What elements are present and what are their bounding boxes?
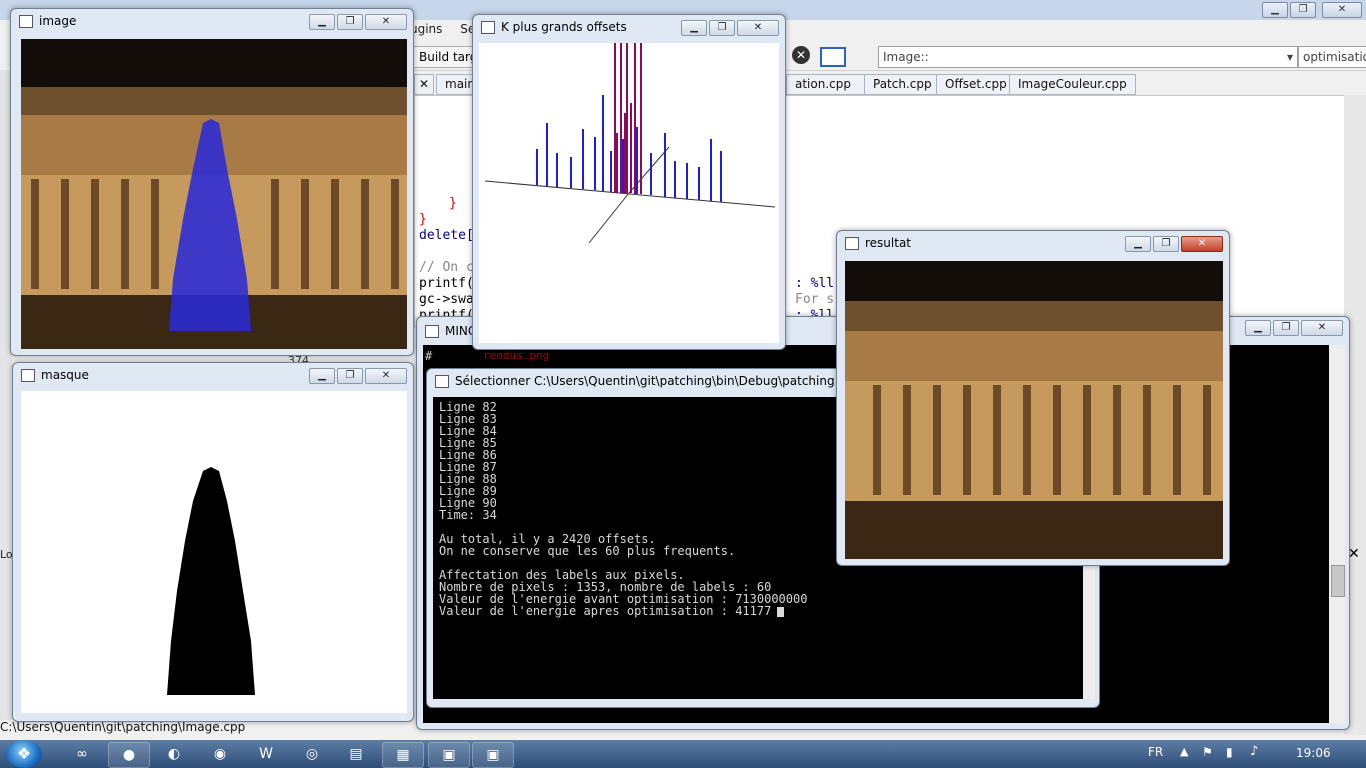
windows-start-icon[interactable]: ❖ <box>6 740 42 768</box>
function-combo[interactable]: optimisationC <box>1298 46 1366 68</box>
close-button[interactable]: ✕ <box>737 20 779 36</box>
code-line: // On c <box>419 260 474 275</box>
tab-optimisation[interactable]: ation.cpp <box>786 74 868 95</box>
scrollbar-thumb[interactable] <box>1331 565 1345 597</box>
maximize-button[interactable]: ❐ <box>337 368 363 384</box>
window-icon <box>21 369 35 382</box>
explorer-icon[interactable]: ▤ <box>336 742 376 766</box>
close-button[interactable]: ✕ <box>1322 2 1362 18</box>
word-icon[interactable]: W <box>246 742 286 766</box>
tomato-icon[interactable]: ● <box>108 742 150 768</box>
battery-icon[interactable]: ▮ <box>1226 745 1233 759</box>
offsets-plot <box>479 43 779 343</box>
close-button[interactable]: ✕ <box>365 14 407 30</box>
window-icon[interactable]: ▣ <box>472 742 514 768</box>
taskbar: ❖ ∞ ● ◐ ◉ W ◎ ▤ ▦ ▣ ▣ FR ▲ ⚑ ▮ ♪ 19:06 <box>0 740 1366 768</box>
minimize-button[interactable]: ▁ <box>309 14 335 30</box>
chrome-icon[interactable]: ◎ <box>292 742 332 766</box>
console-line: On ne conserve que les 60 plus frequents… <box>439 544 736 558</box>
tab-imagecouleur[interactable]: ImageCouleur.cpp <box>1009 74 1136 95</box>
image-window[interactable]: image ▁ ❐ ✕ <box>10 8 414 356</box>
chevron-down-icon: ▾ <box>1286 50 1293 64</box>
offsets-title: K plus grands offsets <box>501 20 627 34</box>
scope-combo[interactable]: Image:: ▾ <box>878 46 1298 68</box>
result-canvas <box>845 261 1223 559</box>
output-filename: rendus.png <box>483 349 550 362</box>
ie-icon[interactable]: ∞ <box>62 742 102 766</box>
code-fragment: For s <box>795 292 835 307</box>
menu-plugins[interactable]: ugins <box>410 22 442 36</box>
maximize-button[interactable]: ❐ <box>337 14 363 30</box>
eclipse-icon[interactable]: ◐ <box>154 742 194 766</box>
console-text: Ligne 82 Ligne 83 Ligne 84 Ligne 85 Ligne 86… <box>439 401 807 617</box>
codeblocks-icon[interactable]: ▦ <box>382 742 424 768</box>
code-line: gc->swa <box>419 292 474 307</box>
close-button[interactable]: ✕ <box>1301 320 1343 336</box>
image-title: image <box>39 14 77 28</box>
console-line: Time: 34 <box>439 508 497 522</box>
maximize-button[interactable]: ❐ <box>1273 320 1299 336</box>
mask-image <box>167 467 255 695</box>
masque-window[interactable]: masque ▁ ❐ ✕ <box>12 362 414 722</box>
close-tab-icon[interactable]: ✕ <box>414 74 434 95</box>
offsets-3d-plot <box>484 43 776 244</box>
terminal-icon <box>425 325 439 338</box>
resultat-title: resultat <box>865 236 912 250</box>
screen-icon[interactable] <box>820 47 846 67</box>
minimize-button[interactable]: ▁ <box>681 20 707 36</box>
window-icon[interactable]: ▣ <box>428 742 470 768</box>
window-icon <box>481 21 495 34</box>
cursor <box>777 606 785 617</box>
maximize-button[interactable]: ❐ <box>709 20 735 36</box>
resultat-window[interactable]: resultat ▁ ❐ ✕ <box>836 230 1230 566</box>
minimize-button[interactable]: ▁ <box>1245 320 1271 336</box>
scrollbar[interactable] <box>1329 345 1345 723</box>
code-line: } <box>449 196 457 211</box>
flag-icon[interactable]: ⚑ <box>1202 745 1213 759</box>
window-icon <box>845 237 859 250</box>
prompt: # <box>425 349 433 363</box>
console-line: Valeur de l'energie apres optimisation :… <box>439 605 807 617</box>
code-line: printf( <box>419 276 474 291</box>
console-title: Sélectionner C:\Users\Quentin\git\patchi… <box>455 374 860 388</box>
volume-icon[interactable]: ♪ <box>1250 744 1258 759</box>
tab-offset[interactable]: Offset.cpp <box>936 74 1016 95</box>
abort-icon[interactable]: ✕ <box>792 46 810 64</box>
close-button[interactable]: ✕ <box>1181 236 1223 252</box>
image-canvas <box>21 39 407 349</box>
scope-combo-value: Image:: <box>883 50 929 64</box>
terminal-icon <box>435 375 449 388</box>
close-button[interactable]: ✕ <box>365 368 407 384</box>
clock[interactable]: 19:06 <box>1296 746 1331 760</box>
opera-icon[interactable]: ◉ <box>200 742 240 766</box>
minimize-button[interactable]: ▁ <box>1262 2 1288 18</box>
code-line: } <box>419 212 427 227</box>
window-icon <box>19 15 33 28</box>
maximize-button[interactable]: ❐ <box>1153 236 1179 252</box>
building-with-mask-image <box>21 39 407 349</box>
status-path: C:\Users\Quentin\git\patching\Image.cpp <box>0 720 420 738</box>
show-hidden-icons-icon[interactable]: ▲ <box>1180 745 1188 758</box>
minimize-button[interactable]: ▁ <box>1125 236 1151 252</box>
result-image <box>845 261 1223 559</box>
mask-canvas <box>21 391 407 713</box>
minimize-button[interactable]: ▁ <box>309 368 335 384</box>
code-fragment: : %ll <box>795 276 835 291</box>
language-indicator[interactable]: FR <box>1148 745 1163 759</box>
offsets-window[interactable]: K plus grands offsets ▁ ❐ ✕ <box>472 14 786 350</box>
maximize-button[interactable]: ❐ <box>1290 2 1316 18</box>
code-line: delete[ <box>419 228 474 243</box>
tab-patch[interactable]: Patch.cpp <box>864 74 941 95</box>
masque-title: masque <box>41 368 89 382</box>
